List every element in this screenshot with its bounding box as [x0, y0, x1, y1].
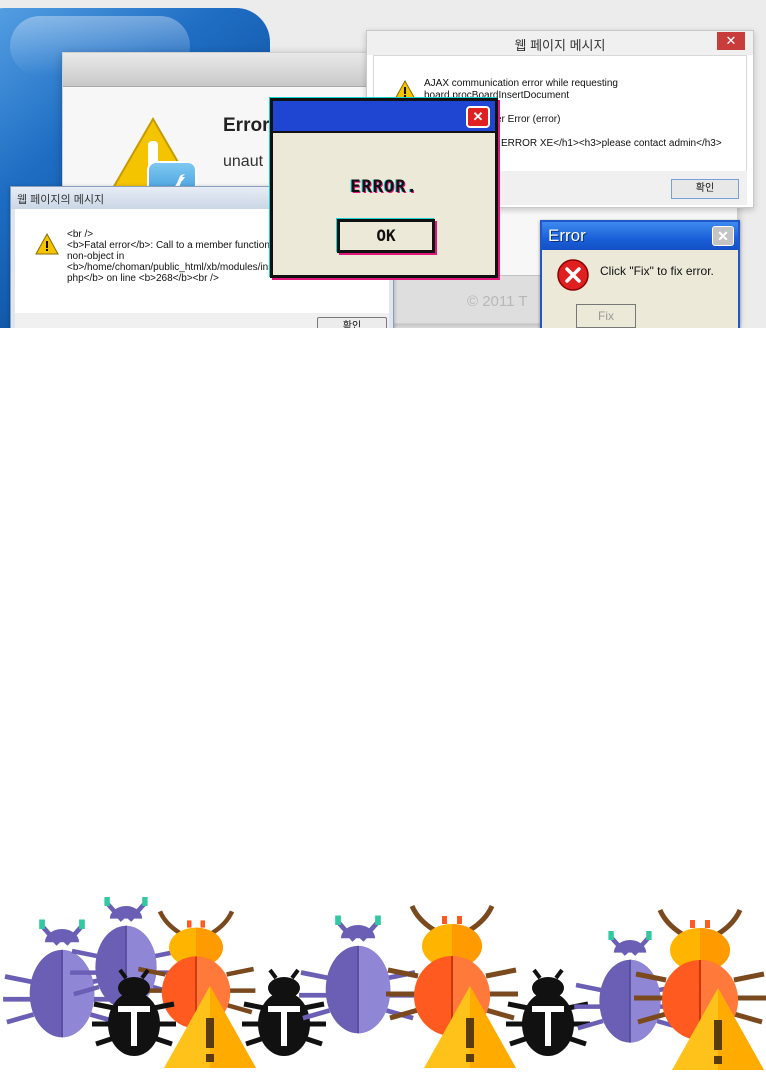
mac-error-title: Error [223, 115, 270, 136]
warning-icon [394, 80, 416, 100]
fix-button[interactable]: Fix [576, 304, 636, 328]
close-icon[interactable]: ✕ [466, 106, 490, 128]
close-icon[interactable]: ✕ [717, 32, 745, 50]
retro-titlebar [273, 101, 495, 133]
retro-error-message: ERROR. [350, 177, 418, 197]
retro-error-window: ✕ ERROR. OK [270, 98, 498, 278]
ajax-line-1: AJAX communication error while requestin… [424, 78, 618, 89]
bug-illustration-strip [0, 896, 766, 1070]
ok-button[interactable]: OK [337, 219, 435, 253]
ok-button[interactable]: 확인 [671, 179, 739, 199]
php-line-5: php</b> on line <b>268</b><br /> [67, 273, 219, 284]
ok-button[interactable]: 확인 [317, 317, 387, 328]
page: Error unaut © 2011 T 웹 페이지 메시지 ✕ AJAX co… [0, 0, 766, 1078]
ajax-line-3: er Error (error) [496, 114, 561, 125]
warning-icon [35, 233, 59, 255]
ajax-line-4: l ERROR XE</h1><h3>please contact admin<… [496, 138, 722, 149]
php-line-3: non-object in [67, 251, 125, 262]
copyright-text: © 2011 T [467, 293, 528, 310]
xp-error-window: Error ✕ Click "Fix" to fix error. Fix [540, 220, 740, 328]
bug-icon [506, 970, 590, 1056]
xp-window-title: Error [548, 226, 586, 245]
php-line-2: <b>Fatal error</b>: Call to a member fun… [67, 240, 270, 251]
close-icon[interactable]: ✕ [712, 226, 734, 246]
php-line-1: <br /> [67, 229, 94, 240]
error-collage: Error unaut © 2011 T 웹 페이지 메시지 ✕ AJAX co… [0, 0, 766, 328]
xp-error-message: Click "Fix" to fix error. [600, 264, 714, 278]
php-line-4: <b>/home/choman/public_html/xb/modules/i… [67, 262, 274, 273]
mac-error-subtitle: unaut [223, 153, 264, 170]
ajax-window-title: 웹 페이지 메시지 [514, 38, 606, 53]
error-x-icon [557, 259, 589, 291]
php-window-title: 웹 페이지의 메시지 [17, 194, 105, 206]
